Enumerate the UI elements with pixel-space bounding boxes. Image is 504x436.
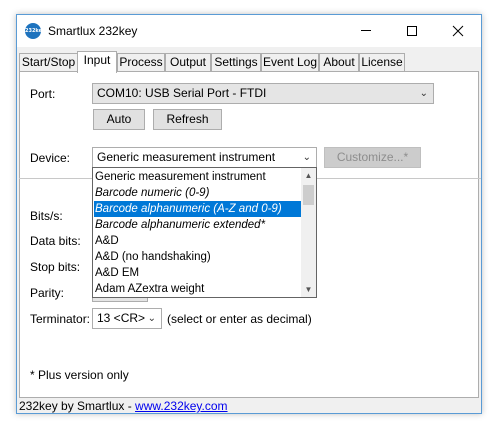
- window-title: Smartlux 232key: [48, 24, 138, 38]
- status-text: 232key by Smartlux -: [19, 399, 136, 413]
- tab-event-log[interactable]: Event Log: [261, 53, 319, 72]
- chevron-down-icon: ⌄: [302, 152, 311, 163]
- dropdown-option-selected[interactable]: Barcode alphanumeric (A-Z and 0-9): [94, 201, 301, 217]
- dropdown-option[interactable]: Adam AZextra weight: [94, 281, 301, 297]
- device-select-value: Generic measurement instrument: [97, 150, 276, 164]
- status-bar: 232key by Smartlux - www.232key.com: [19, 399, 228, 413]
- customize-button[interactable]: Customize...*: [324, 147, 421, 168]
- dropdown-option[interactable]: Barcode numeric (0-9): [94, 185, 301, 201]
- tab-process[interactable]: Process: [117, 53, 165, 72]
- dropdown-option[interactable]: Barcode alphanumeric extended*: [94, 217, 301, 233]
- dropdown-option[interactable]: A&D EM: [94, 265, 301, 281]
- tab-license[interactable]: License: [359, 53, 405, 72]
- tab-about[interactable]: About: [319, 53, 359, 72]
- minimize-button[interactable]: [343, 15, 389, 46]
- dropdown-scrollbar[interactable]: ▲ ▼: [301, 168, 316, 297]
- terminator-label: Terminator:: [30, 312, 91, 326]
- maximize-button[interactable]: [389, 15, 435, 46]
- app-logo-icon: 232key: [25, 23, 45, 39]
- terminator-select[interactable]: 13 <CR> ⌄: [92, 308, 162, 329]
- tab-input[interactable]: Input: [77, 51, 117, 73]
- chevron-down-icon: ⌄: [419, 88, 428, 99]
- footnote: * Plus version only: [30, 368, 129, 382]
- dropdown-option[interactable]: A&D (no handshaking): [94, 249, 301, 265]
- port-select[interactable]: COM10: USB Serial Port - FTDI ⌄: [92, 83, 434, 104]
- title-bar: 232key Smartlux 232key: [17, 15, 481, 47]
- dropdown-option[interactable]: Generic measurement instrument: [94, 169, 301, 185]
- website-link[interactable]: www.232key.com: [135, 399, 227, 413]
- scroll-up-icon[interactable]: ▲: [301, 168, 316, 183]
- dropdown-option[interactable]: A&D: [94, 233, 301, 249]
- port-label: Port:: [30, 87, 56, 101]
- maximize-icon: [407, 25, 417, 36]
- stop-bits-label: Stop bits:: [30, 260, 81, 274]
- refresh-button[interactable]: Refresh: [153, 109, 222, 130]
- chevron-down-icon: ⌄: [147, 313, 156, 324]
- bits-per-second-label: Bits/s:: [30, 209, 63, 223]
- data-bits-label: Data bits:: [30, 234, 81, 248]
- tab-start-stop[interactable]: Start/Stop: [19, 53, 78, 72]
- terminator-select-value: 13 <CR>: [97, 311, 146, 325]
- close-icon: [452, 25, 464, 36]
- tab-output[interactable]: Output: [165, 53, 211, 72]
- close-button[interactable]: [435, 15, 481, 46]
- minimize-icon: [361, 30, 371, 31]
- parity-label: Parity:: [30, 286, 65, 300]
- device-select[interactable]: Generic measurement instrument ⌄: [92, 147, 317, 168]
- device-label: Device:: [30, 151, 71, 165]
- auto-button[interactable]: Auto: [93, 109, 145, 130]
- port-select-value: COM10: USB Serial Port - FTDI: [97, 86, 267, 100]
- tab-settings[interactable]: Settings: [211, 53, 261, 72]
- terminator-hint: (select or enter as decimal): [167, 312, 312, 326]
- scroll-down-icon[interactable]: ▼: [301, 282, 316, 297]
- device-dropdown-list[interactable]: Generic measurement instrument Barcode n…: [92, 167, 317, 298]
- scrollbar-thumb[interactable]: [303, 185, 314, 205]
